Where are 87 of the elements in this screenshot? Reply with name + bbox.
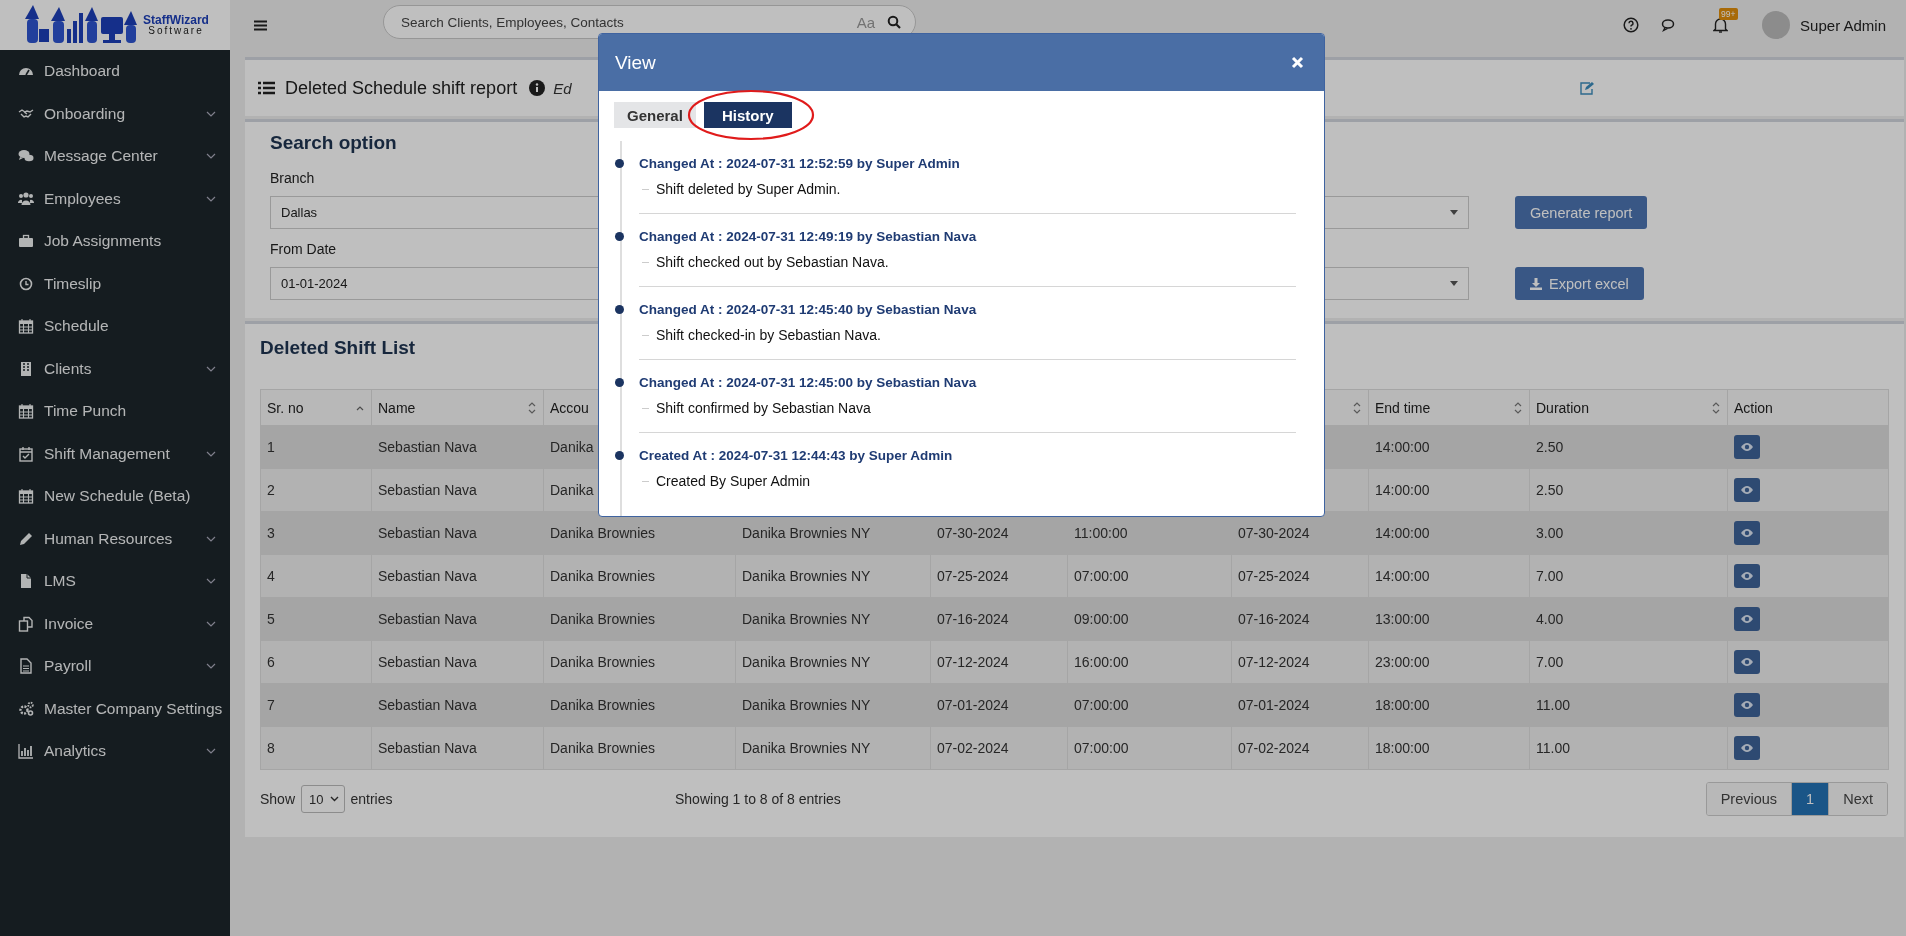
history-heading: Changed At : 2024-07-31 12:45:00 by Sebastian Nava — [639, 374, 977, 390]
table-cell: 2.50 — [1536, 439, 1564, 455]
table-cell: Danika Brownies NY — [742, 568, 871, 584]
table-cell: Danika Brownies NY — [742, 525, 871, 541]
table-cell: 4 — [267, 568, 275, 584]
table-cell: 3.00 — [1536, 525, 1564, 541]
table-cell: 6 — [267, 654, 275, 670]
logo-name: StaffWizard — [143, 14, 209, 26]
table-cell: 07-02-2024 — [937, 740, 1009, 756]
table-cell: 14:00:00 — [1375, 439, 1430, 455]
table-cell: 07-25-2024 — [1238, 568, 1310, 584]
table-cell: 8 — [267, 740, 275, 756]
table-cell: Sebastian Nava — [378, 611, 477, 627]
table-cell: 14:00:00 — [1375, 525, 1430, 541]
history-note: Shift checked-in by Sebastian Nava. — [656, 327, 881, 343]
table-cell: Danika Brownies NY — [742, 611, 871, 627]
notification-badge: 99+ — [1719, 8, 1738, 20]
logo-tagline: Software — [147, 26, 205, 36]
history-note: Created By Super Admin — [656, 473, 811, 489]
table-cell: 11.00 — [1536, 697, 1570, 713]
table-cell: 18:00:00 — [1375, 740, 1430, 756]
table-cell: 1 — [267, 439, 275, 455]
table-cell: 07-12-2024 — [1238, 654, 1310, 670]
table-cell: 09:00:00 — [1074, 611, 1129, 627]
table-cell: Danika Brownies — [550, 525, 656, 541]
table-cell: 07-01-2024 — [1238, 697, 1310, 713]
table-cell: Sebastian Nava — [378, 439, 477, 455]
table-cell: Sebastian Nava — [378, 654, 477, 670]
table-cell: 5 — [267, 611, 275, 627]
table-cell: 07-12-2024 — [937, 654, 1009, 670]
table-cell: Danika Brownies NY — [742, 740, 871, 756]
table-cell: 14:00:00 — [1375, 482, 1430, 498]
table-cell: Sebastian Nava — [378, 568, 477, 584]
table-cell: 07:00:00 — [1074, 740, 1129, 756]
table-cell: 07-02-2024 — [1238, 740, 1310, 756]
history-heading: Created At : 2024-07-31 12:44:43 by Super Admin — [639, 447, 953, 463]
table-cell: 07:00:00 — [1074, 697, 1129, 713]
table-cell: Danika Brownies — [550, 568, 656, 584]
table-cell: 11.00 — [1536, 740, 1570, 756]
table-cell: 4.00 — [1536, 611, 1564, 627]
table-cell: 11:00:00 — [1074, 525, 1128, 541]
table-cell: Sebastian Nava — [378, 740, 477, 756]
table-cell: 07-01-2024 — [937, 697, 1009, 713]
table-cell: 07-16-2024 — [937, 611, 1009, 627]
table-cell: 2.50 — [1536, 482, 1564, 498]
table-cell: 3 — [267, 525, 275, 541]
field-label: Branch — [270, 170, 315, 186]
table-cell: Danika — [550, 439, 594, 455]
table-cell: 18:00:00 — [1375, 697, 1430, 713]
page-subtitle: Ed — [553, 79, 572, 97]
table-cell: 7.00 — [1536, 654, 1564, 670]
table-cell: Danika Brownies — [550, 654, 656, 670]
table-cell: Danika Brownies NY — [742, 654, 871, 670]
section-title: Deleted Shift List — [260, 337, 417, 359]
table-cell: 23:00:00 — [1375, 654, 1430, 670]
table-cell: 16:00:00 — [1074, 654, 1129, 670]
table-cell: Danika Brownies — [550, 611, 656, 627]
table-cell: 07-16-2024 — [1238, 611, 1310, 627]
history-heading: Changed At : 2024-07-31 12:49:19 by Sebastian Nava — [639, 228, 977, 244]
table-cell: 2 — [267, 482, 275, 498]
table-cell: 7 — [267, 697, 275, 713]
history-note: Shift confirmed by Sebastian Nava — [656, 400, 871, 416]
history-heading: Changed At : 2024-07-31 12:52:59 by Super Admin — [639, 155, 960, 171]
table-cell: 07-25-2024 — [937, 568, 1009, 584]
table-cell: 7.00 — [1536, 568, 1564, 584]
table-cell: Sebastian Nava — [378, 697, 477, 713]
table-cell: 07:00:00 — [1074, 568, 1129, 584]
table-cell: Danika Brownies — [550, 740, 656, 756]
table-cell: Danika — [550, 482, 594, 498]
table-cell: 13:00:00 — [1375, 611, 1430, 627]
page-title: Deleted Schedule shift report — [285, 77, 518, 99]
section-title: Search option — [270, 132, 398, 154]
dialog-title: View — [615, 51, 656, 74]
field-label: From Date — [270, 241, 337, 257]
history-note: Shift checked out by Sebastian Nava. — [656, 254, 889, 270]
entries-info: Showing 1 to 8 of 8 entries — [675, 791, 842, 807]
table-cell: 07-30-2024 — [1238, 525, 1310, 541]
history-note: Shift deleted by Super Admin. — [656, 181, 841, 197]
table-cell: Danika Brownies — [550, 697, 656, 713]
table-cell: Sebastian Nava — [378, 525, 477, 541]
history-heading: Changed At : 2024-07-31 12:45:40 by Sebastian Nava — [639, 301, 977, 317]
table-cell: 14:00:00 — [1375, 568, 1430, 584]
entries-label: entries — [350, 791, 393, 807]
show-label: Show — [260, 791, 296, 807]
table-cell: 07-30-2024 — [937, 525, 1009, 541]
table-cell: Sebastian Nava — [378, 482, 477, 498]
table-cell: Danika Brownies NY — [742, 697, 871, 713]
